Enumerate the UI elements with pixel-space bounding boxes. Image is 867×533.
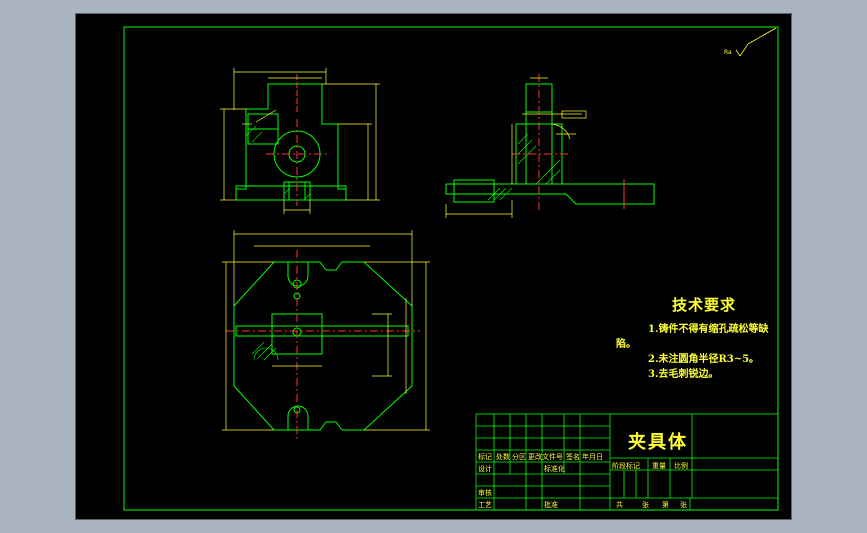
- tb-label-date: 年月日: [582, 453, 603, 461]
- tb-approve: 批准: [544, 501, 558, 509]
- tech-requirement-1: 1.铸件不得有缩孔疏松等缺: [648, 324, 769, 335]
- drawing-viewport[interactable]: Ra 技术要求 1.铸件不得有缩孔疏松等缺 陷。 2.未注圆角半径R3~5。 3…: [75, 13, 792, 520]
- tb-label-sign: 签名: [566, 453, 580, 461]
- tech-requirement-2: 2.未注圆角半径R3~5。: [648, 354, 760, 365]
- tb-sheet: 张: [642, 501, 649, 509]
- tb-total: 共: [616, 501, 623, 509]
- tb-design: 设计: [478, 465, 492, 473]
- tb-label-change: 更改文件号: [528, 453, 563, 461]
- tb-page-of: 第: [662, 501, 669, 509]
- tb-review: 审核: [478, 489, 492, 497]
- side-view: [445, 74, 655, 218]
- tb-scale: 比例: [674, 462, 688, 470]
- top-view: [222, 230, 430, 442]
- tech-requirement-3: 3.去毛刺锐边。: [648, 369, 719, 380]
- part-name: 夹具体: [628, 432, 688, 453]
- tb-label-zone: 分区: [512, 453, 526, 461]
- tb-label-count: 处数: [496, 453, 510, 461]
- tb-weight: 重量: [652, 462, 666, 470]
- tech-requirements-title: 技术要求: [672, 296, 737, 314]
- roughness-symbol: [735, 27, 777, 57]
- tb-label-mark: 标记: [478, 453, 492, 461]
- tb-page-sheet: 张: [680, 501, 687, 509]
- tb-standardization: 标准化: [544, 465, 565, 473]
- front-view: [220, 68, 380, 214]
- tech-requirement-1b: 陷。: [616, 339, 636, 350]
- tb-stage-mark: 阶段标记: [612, 462, 640, 470]
- tb-process: 工艺: [478, 501, 492, 509]
- roughness-label: Ra: [724, 49, 732, 56]
